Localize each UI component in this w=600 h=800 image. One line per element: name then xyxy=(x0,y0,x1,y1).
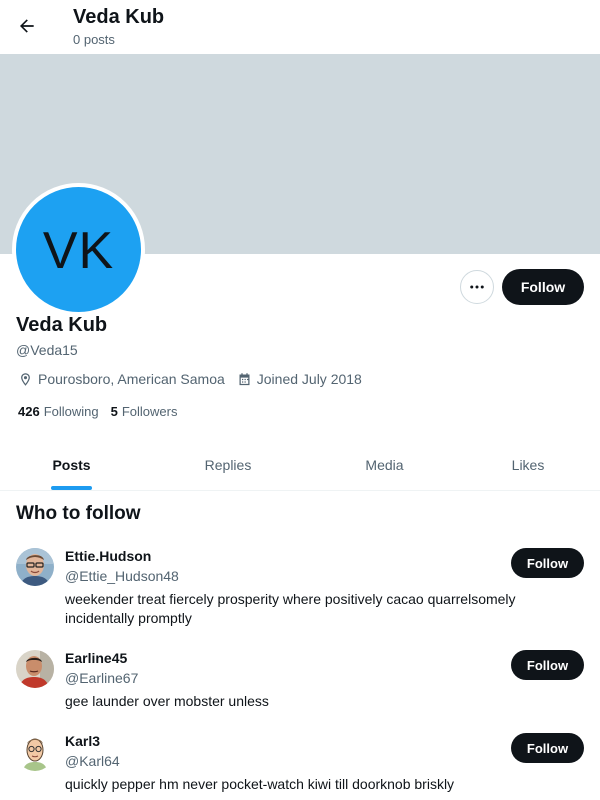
suggestion-bio: gee launder over mobster unless xyxy=(65,693,269,709)
suggestion-follow-button[interactable]: Follow xyxy=(511,650,584,680)
top-bar: Veda Kub 0 posts xyxy=(0,0,600,54)
location-pin-icon xyxy=(21,372,30,386)
following-label: Following xyxy=(43,404,99,419)
who-to-follow-title: Who to follow xyxy=(16,503,141,524)
profile-tabs: Posts Replies Media Likes xyxy=(0,440,600,491)
tab-label: Media xyxy=(365,457,404,473)
follow-button[interactable]: Follow xyxy=(502,269,584,305)
header-title: Veda Kub xyxy=(73,6,165,28)
suggestion-avatar[interactable] xyxy=(16,650,54,688)
header-post-count: 0 posts xyxy=(73,32,115,47)
followers-label: Followers xyxy=(121,404,178,419)
profile-avatar[interactable]: VK xyxy=(12,183,145,316)
suggestion-handle: @Karl64 xyxy=(65,753,120,769)
suggestion-handle: @Ettie_Hudson48 xyxy=(65,568,179,584)
suggestion-name[interactable]: Ettie.Hudson xyxy=(65,548,151,564)
avatar-cartoon-icon xyxy=(16,733,54,771)
suggestion-follow-button[interactable]: Follow xyxy=(511,733,584,763)
followers-link[interactable]: 5 Followers xyxy=(111,404,178,419)
tab-label: Likes xyxy=(511,457,545,473)
suggestion-avatar[interactable] xyxy=(16,548,54,586)
more-dots-icon xyxy=(470,285,484,289)
suggestion-bio: weekender treat fiercely prosperity wher… xyxy=(65,591,516,626)
suggestion-name[interactable]: Earline45 xyxy=(65,650,127,666)
arrow-left-icon xyxy=(20,19,34,33)
active-tab-indicator xyxy=(51,486,92,490)
suggestion-bio: quickly pepper hm never pocket-watch kiw… xyxy=(65,776,455,792)
joined-text: Joined July 2018 xyxy=(256,371,362,387)
profile-name: Veda Kub xyxy=(16,314,108,336)
tab-posts[interactable]: Posts xyxy=(0,440,143,490)
suggestion-handle: @Earline67 xyxy=(65,670,139,686)
avatar-initials: VK xyxy=(42,221,115,280)
calendar-icon xyxy=(239,372,250,385)
tab-label: Posts xyxy=(52,457,91,473)
suggestion-avatar[interactable] xyxy=(16,733,54,771)
suggestion-follow-button[interactable]: Follow xyxy=(511,548,584,578)
tab-media[interactable]: Media xyxy=(313,440,456,490)
avatar-photo-icon xyxy=(16,650,54,688)
follow-stats: 426 Following 5 Followers xyxy=(18,404,189,419)
location-item: Pourosboro, American Samoa xyxy=(18,371,225,387)
tab-likes[interactable]: Likes xyxy=(456,440,600,490)
following-link[interactable]: 426 Following xyxy=(18,404,99,419)
back-button[interactable] xyxy=(10,9,44,43)
suggestion-name[interactable]: Karl3 xyxy=(65,733,100,749)
joined-item: Joined July 2018 xyxy=(237,371,362,387)
tab-replies[interactable]: Replies xyxy=(143,440,313,490)
location-text: Pourosboro, American Samoa xyxy=(38,371,225,387)
following-count: 426 xyxy=(18,404,40,419)
followers-count: 5 xyxy=(110,404,118,419)
profile-handle: @Veda15 xyxy=(16,342,78,358)
more-options-button[interactable] xyxy=(460,270,494,304)
profile-meta: Pourosboro, American Samoa Joined July 2… xyxy=(18,369,374,389)
tab-label: Replies xyxy=(204,457,252,473)
avatar-photo-icon xyxy=(16,548,54,586)
